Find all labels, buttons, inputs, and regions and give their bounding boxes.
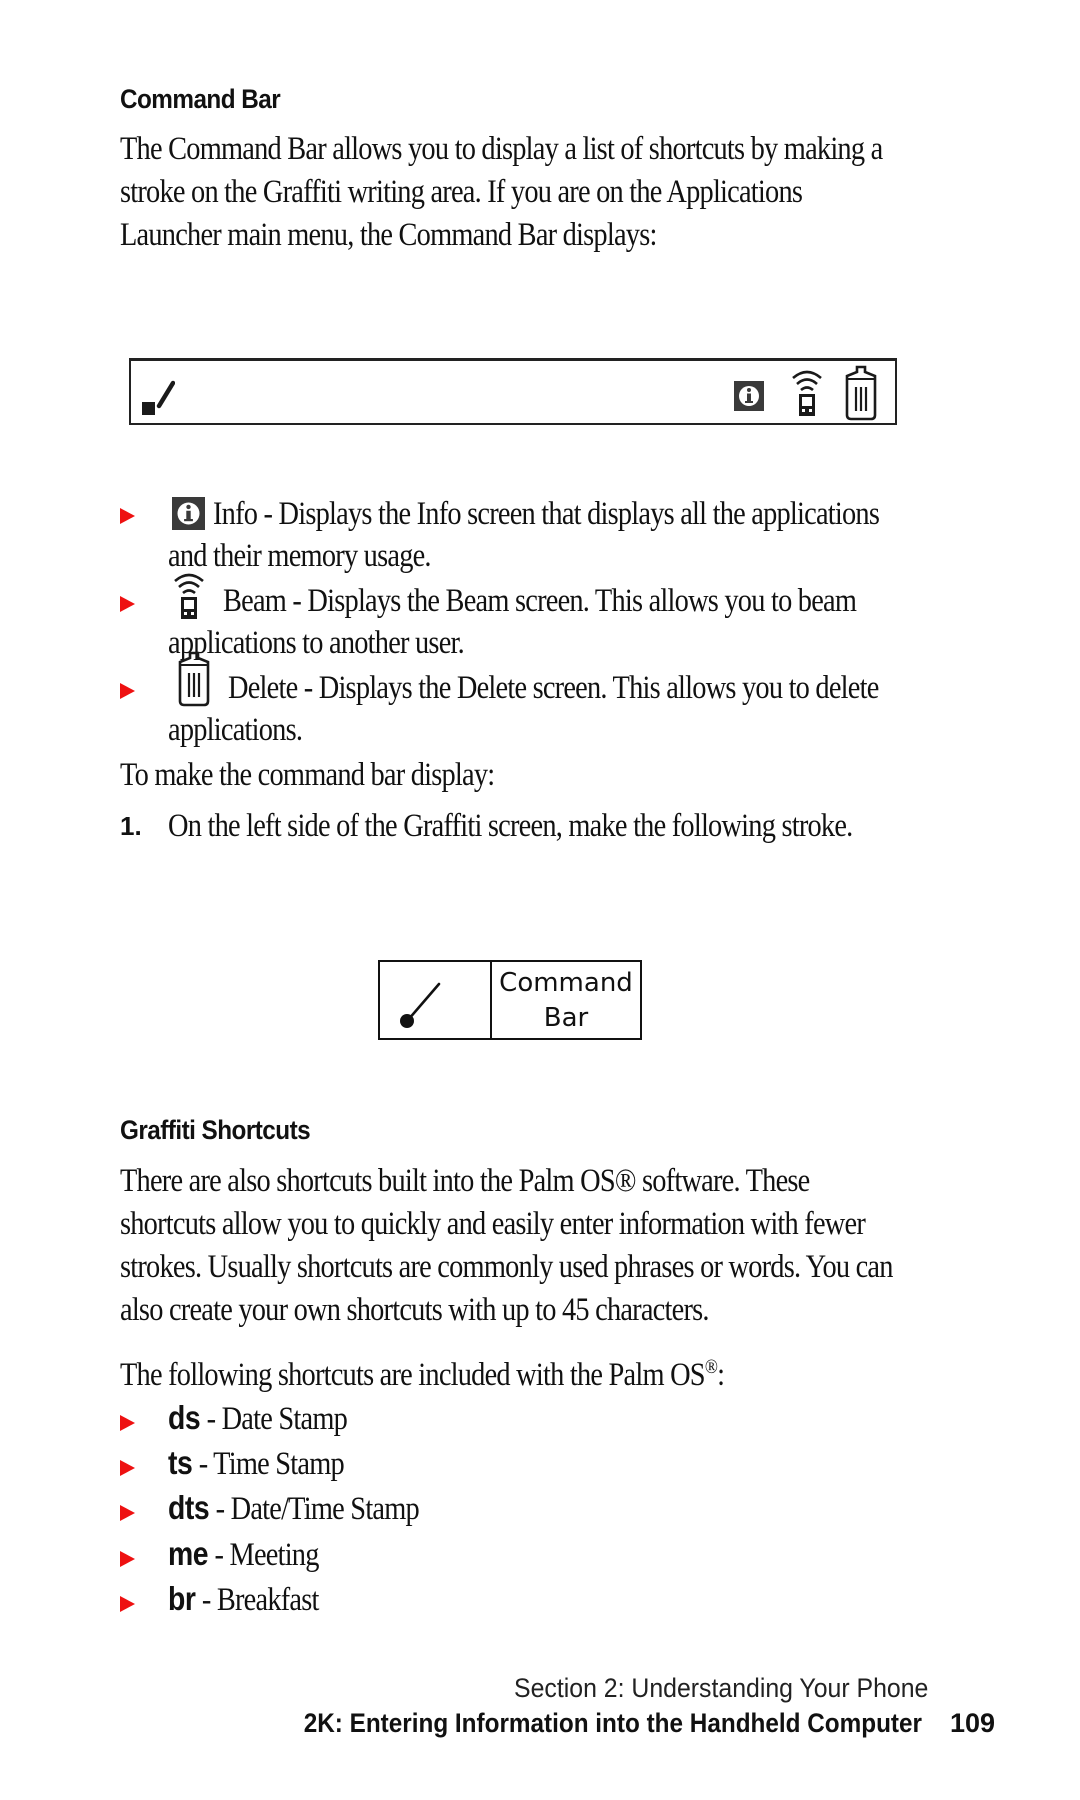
stroke-icon [142,380,175,415]
shortcut-text: me - Meeting [168,1532,319,1577]
command-bar-stroke-figure: Command Bar [378,960,642,1040]
delete-icon [845,365,877,421]
step-text: On the left side of the Graffiti screen,… [168,808,853,844]
shortcut-desc: - Meeting [208,1537,319,1573]
paragraph-line: The Command Bar allows you to display a … [120,131,883,167]
stroke-label-line: Command [499,968,633,998]
bullet-triangle-icon [120,1596,135,1612]
shortcuts-intro-colon: : [717,1357,725,1393]
paragraph-line: Launcher main menu, the Command Bar disp… [120,217,657,253]
info-icon [734,381,764,411]
shortcut-key: ds [168,1399,201,1436]
stroke-label-line: Bar [543,1003,589,1033]
shortcut-item: ts - Time Stamp [120,1441,620,1485]
shortcut-item: dts - Date/Time Stamp [120,1486,620,1530]
bullet-triangle-icon [120,1551,135,1567]
command-bar-figure [129,358,897,425]
beam-icon [174,573,204,619]
shortcut-text: dts - Date/Time Stamp [168,1486,420,1531]
paragraph-line: There are also shortcuts built into the … [120,1163,810,1199]
graffiti-shortcuts-paragraph: There are also shortcuts built into the … [120,1160,1018,1332]
info-icon [172,497,205,530]
shortcut-text: br - Breakfast [168,1577,319,1622]
shortcut-desc: - Date/Time Stamp [209,1491,420,1527]
list-item-text: Info - Displays the Info screen that dis… [213,496,880,532]
registered-mark: ® [704,1356,718,1378]
list-item-text: applications. [168,712,303,748]
shortcut-item: me - Meeting [120,1532,620,1576]
list-item-delete: Delete - Displays the Delete screen. Thi… [120,651,960,751]
stroke-diagram-icon [400,982,441,1028]
bullet-triangle-icon [120,683,135,699]
shortcut-text: ds - Date Stamp [168,1396,348,1441]
shortcut-desc: - Date Stamp [200,1401,348,1437]
section-heading-command-bar: Command Bar [120,84,281,114]
paragraph-line: stroke on the Graffiti writing area. If … [120,174,803,210]
list-item-text: Delete - Displays the Delete screen. Thi… [228,670,879,706]
paragraph-line: strokes. Usually shortcuts are commonly … [120,1249,893,1285]
list-item-text: and their memory usage. [168,538,432,574]
footer-section-title: Section 2: Understanding Your Phone [513,1673,928,1703]
beam-icon [792,370,822,416]
shortcut-key: dts [168,1489,210,1526]
bullet-triangle-icon [120,1415,135,1431]
shortcut-key: br [168,1580,196,1617]
shortcut-key: ts [168,1444,193,1481]
delete-icon [178,651,210,707]
list-item-beam: Beam - Displays the Beam screen. This al… [120,573,960,664]
shortcuts-intro-text: The following shortcuts are included wit… [120,1357,706,1393]
instructions-intro: To make the command bar display: [120,757,495,793]
shortcut-item: br - Breakfast [120,1577,620,1621]
shortcuts-intro: The following shortcuts are included wit… [120,1346,725,1397]
paragraph-line: shortcuts allow you to quickly and easil… [120,1206,866,1242]
shortcut-item: ds - Date Stamp [120,1396,620,1440]
page-number: 109 [949,1708,995,1738]
paragraph-line: also create your own shortcuts with up t… [120,1292,709,1328]
bullet-triangle-icon [120,1505,135,1521]
bullet-triangle-icon [120,508,135,524]
footer-chapter-title: 2K: Entering Information into the Handhe… [303,1708,922,1738]
list-item-text: applications to another user. [168,625,465,661]
stroke-label-cell: Command Bar [492,962,640,1038]
shortcut-desc: - Breakfast [195,1582,320,1618]
command-bar-intro-paragraph: The Command Bar allows you to display a … [120,128,1007,257]
shortcut-desc: - Time Stamp [192,1446,345,1482]
step-number: 1. [120,811,142,841]
list-item-info: Info - Displays the Info screen that dis… [120,493,960,579]
step-1: 1. On the left side of the Graffiti scre… [120,805,980,849]
shortcut-key: me [168,1535,209,1572]
shortcut-text: ts - Time Stamp [168,1441,345,1486]
bullet-triangle-icon [120,1460,135,1476]
bullet-triangle-icon [120,596,135,612]
list-item-text: Beam - Displays the Beam screen. This al… [223,583,857,619]
section-heading-graffiti-shortcuts: Graffiti Shortcuts [120,1115,311,1145]
stroke-cell [380,962,492,1038]
